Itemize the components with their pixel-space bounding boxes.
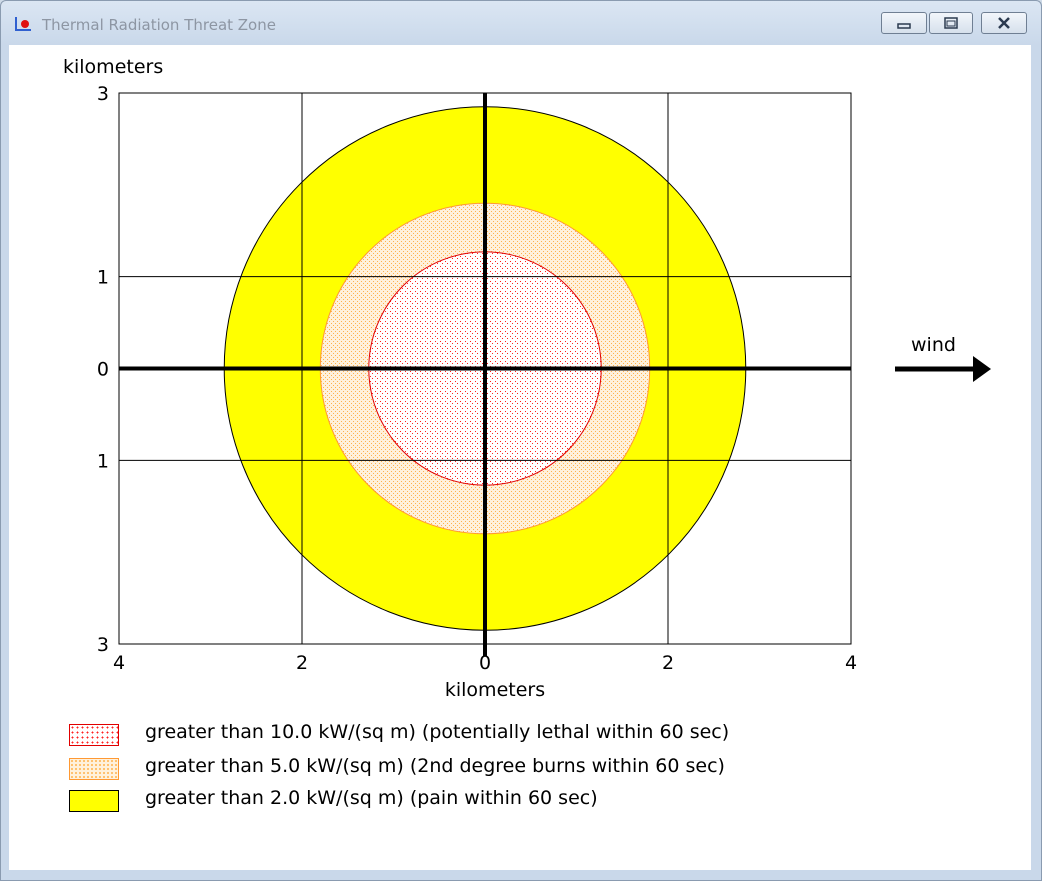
legend-label-burns: greater than 5.0 kW/(sq m) (2nd degree b… — [145, 755, 725, 777]
y-tick-label: 3 — [97, 634, 109, 656]
minimize-icon — [897, 23, 911, 29]
y-tick-label: 0 — [97, 359, 109, 381]
maximize-button[interactable] — [929, 12, 973, 34]
window-title: Thermal Radiation Threat Zone — [42, 16, 276, 34]
legend-label-pain: greater than 2.0 kW/(sq m) (pain within … — [145, 787, 598, 809]
legend-item-burns: greater than 5.0 kW/(sq m) (2nd degree b… — [69, 755, 869, 781]
client-area: kilometers 3101342024 kilometers wind gr… — [9, 45, 1031, 870]
legend-swatch-lethal — [69, 724, 119, 746]
app-icon — [15, 17, 31, 31]
wind-arrow-icon — [973, 356, 991, 382]
threat-zone-chart: kilometers 310134 2 0 2 4 kilometers wind — [63, 56, 991, 701]
close-button[interactable] — [981, 12, 1027, 34]
legend-swatch-pain — [69, 790, 119, 812]
y-axis-label: kilometers — [63, 56, 163, 78]
legend-swatch-burns — [69, 758, 119, 780]
minimize-button[interactable] — [881, 12, 927, 34]
y-tick-label: 1 — [97, 267, 109, 289]
maximize-icon — [944, 17, 958, 29]
close-icon — [998, 17, 1010, 29]
x-tick-label: 2 — [662, 652, 674, 674]
wind-indicator: wind — [895, 334, 991, 382]
legend-item-pain: greater than 2.0 kW/(sq m) (pain within … — [69, 787, 869, 813]
app-window: Thermal Radiation Threat Zone kilometers… — [0, 0, 1042, 881]
x-tick-label: 4 — [113, 652, 125, 674]
x-axis-label: kilometers — [445, 679, 545, 701]
x-tick-label: 2 — [296, 652, 308, 674]
legend-item-lethal: greater than 10.0 kW/(sq m) (potentially… — [69, 721, 869, 747]
y-tick-label: 3 — [97, 83, 109, 105]
title-bar[interactable]: Thermal Radiation Threat Zone — [1, 1, 1041, 45]
x-tick-label: 0 — [479, 652, 491, 674]
wind-label: wind — [911, 334, 956, 356]
x-tick-label: 4 — [845, 652, 857, 674]
y-tick-label: 1 — [97, 450, 109, 472]
legend-label-lethal: greater than 10.0 kW/(sq m) (potentially… — [145, 721, 730, 743]
